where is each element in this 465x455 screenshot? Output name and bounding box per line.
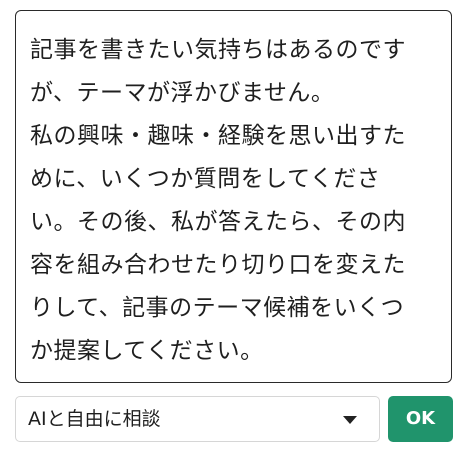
prompt-textarea[interactable]: 記事を書きたい気持ちはあるのです が、テーマが浮かびません。 私の興味・趣味・経… xyxy=(15,10,452,383)
prompt-text-line: めに、いくつか質問をしてくださ xyxy=(30,166,381,192)
mode-select-value: AIと自由に相談 xyxy=(28,408,161,430)
prompt-text-line: 私の興味・趣味・経験を思い出すた xyxy=(30,123,406,149)
prompt-text-line: 容を組み合わせたり切り口を変えた xyxy=(30,252,406,278)
prompt-text-line: い。その後、私が答えたら、その内 xyxy=(30,209,406,235)
mode-select[interactable]: AIと自由に相談 xyxy=(15,396,380,442)
prompt-text-line: りして、記事のテーマ候補をいくつ xyxy=(30,295,405,321)
chevron-down-icon xyxy=(343,416,357,424)
prompt-text-line: 記事を書きたい気持ちはあるのです xyxy=(30,37,406,63)
prompt-text-line: が、テーマが浮かびません。 xyxy=(30,80,335,106)
ok-button[interactable]: OK xyxy=(388,396,453,442)
prompt-text-line: か提案してください。 xyxy=(30,338,264,364)
